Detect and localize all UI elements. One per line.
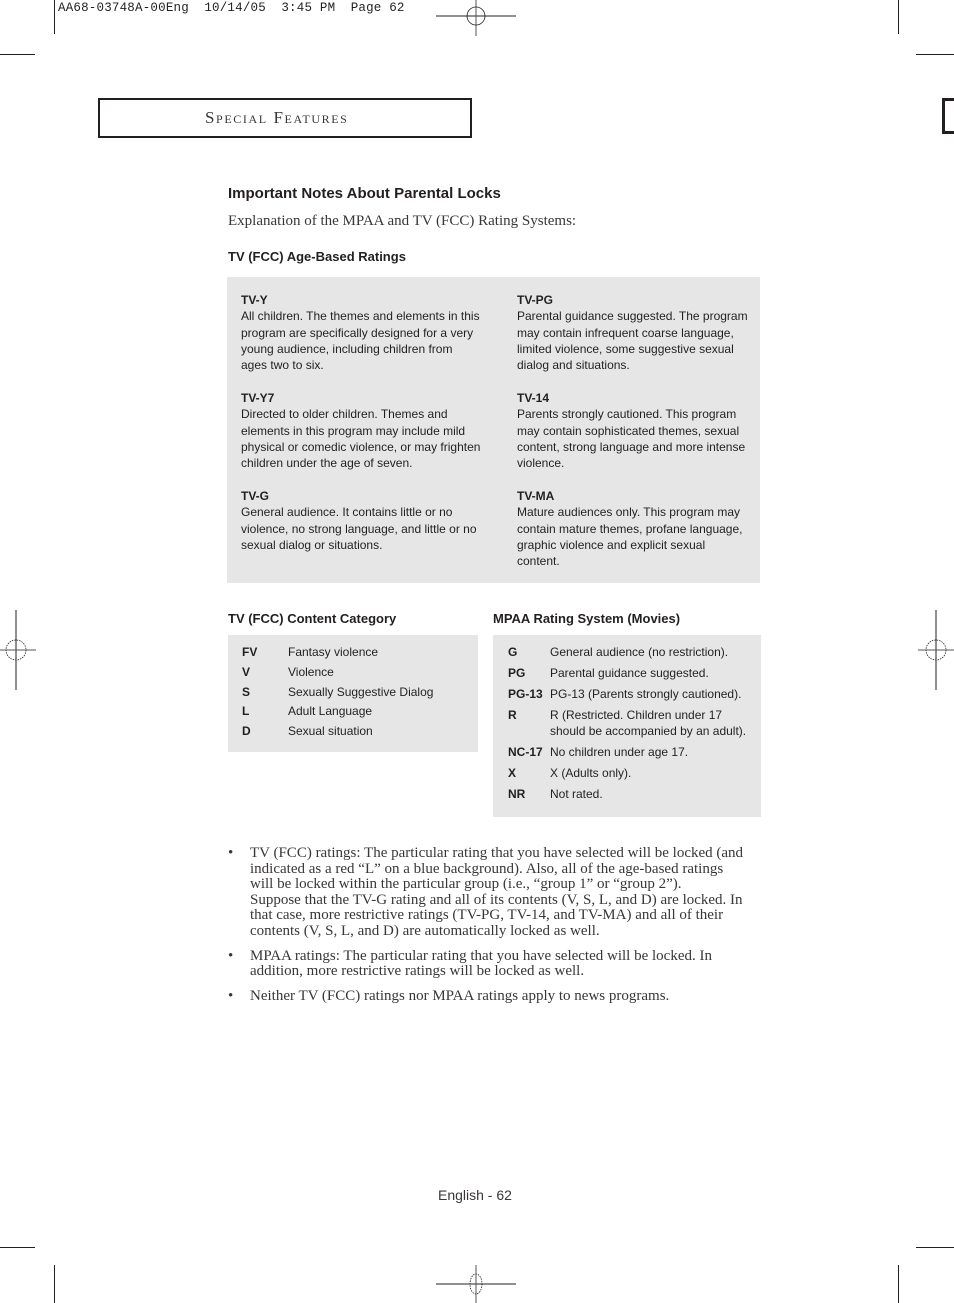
category-code: S — [242, 684, 251, 699]
rating-code: TV-G — [241, 489, 270, 503]
section-header-box: Special Features — [98, 98, 472, 138]
category-description: Adult Language — [288, 704, 373, 719]
crop-mark-top-right-horizontal — [916, 54, 954, 55]
mpaa-code: PG — [508, 666, 526, 680]
slug-date: 10/14/05 — [204, 1, 266, 15]
table-row: R R (Restricted. Children under 17 should… — [508, 707, 748, 744]
rating-tv-ma: TV-MA Mature audiences only. This progra… — [517, 488, 749, 569]
note-paragraph: MPAA ratings: The particular rating that… — [250, 947, 712, 980]
crop-mark-bottom-right-horizontal — [916, 1247, 954, 1248]
rating-description: Directed to older children. Themes and e… — [241, 407, 481, 471]
rating-code: TV-Y — [241, 293, 268, 307]
mpaa-description: No children under age 17. — [550, 745, 689, 759]
intro-text: Explanation of the MPAA and TV (FCC) Rat… — [228, 213, 577, 229]
mpaa-heading: MPAA Rating System (Movies) — [493, 611, 681, 626]
note-paragraph: Suppose that the TV-G rating and all of … — [250, 891, 743, 939]
age-ratings-panel: TV-Y All children. The themes and elemen… — [227, 277, 760, 583]
list-item: • TV (FCC) ratings: The particular ratin… — [228, 845, 748, 940]
rating-code: TV-PG — [517, 293, 554, 307]
page-number: English - 62 — [438, 1187, 512, 1203]
crop-mark-top-left-horizontal — [0, 54, 35, 55]
content-category-panel: FV Fantasy violence V Violence S Sexually S… — [228, 635, 478, 752]
crop-mark-bottom-right-vertical — [898, 1265, 899, 1303]
category-description: Fantasy violence — [288, 645, 379, 659]
table-row: PG Parental guidance suggested. — [508, 665, 748, 686]
mpaa-description: Not rated. — [550, 787, 603, 801]
content-category-table: FV Fantasy violence V Violence S Sexually S… — [242, 644, 433, 743]
page-title: Important Notes About Parental Locks — [228, 185, 501, 202]
crop-mark-top-left-vertical — [54, 0, 55, 34]
mpaa-code: NC-17 — [508, 745, 543, 759]
table-row: S Sexually Suggestive Dialog — [242, 684, 433, 704]
rating-description: Parental guidance suggested. The program… — [517, 309, 748, 373]
table-row: NC-17 No children under age 17. — [508, 744, 748, 765]
table-row: G General audience (no restriction). — [508, 644, 748, 665]
mpaa-code: X — [508, 766, 517, 780]
table-row: V Violence — [242, 664, 433, 684]
category-code: FV — [242, 645, 258, 659]
mpaa-code: NR — [508, 787, 526, 801]
table-row: PG-13 PG-13 (Parents strongly cautioned). — [508, 686, 748, 707]
mpaa-description: X (Adults only). — [550, 766, 632, 780]
rating-code: TV-14 — [517, 391, 550, 405]
table-row: FV Fantasy violence — [242, 644, 433, 664]
rating-description: Mature audiences only. This program may … — [517, 505, 743, 569]
category-code: L — [242, 704, 250, 719]
crop-mark-top-right-vertical — [898, 0, 899, 34]
bullet-icon: • — [228, 845, 234, 861]
mpaa-description: General audience (no restriction). — [550, 645, 729, 659]
table-row: L Adult Language — [242, 703, 433, 723]
crop-mark-bottom-left-vertical — [54, 1265, 55, 1303]
mpaa-description: Parental guidance suggested. — [550, 666, 709, 680]
mpaa-table: G General audience (no restriction). PG Pa… — [508, 644, 748, 807]
mpaa-description: PG-13 (Parents strongly cautioned). — [550, 687, 742, 701]
list-item: • Neither TV (FCC) ratings nor MPAA rati… — [228, 987, 748, 1005]
mpaa-panel: G General audience (no restriction). PG Pa… — [493, 635, 761, 817]
rating-description: All children. The themes and elements in… — [241, 309, 480, 373]
notes-list: • TV (FCC) ratings: The particular ratin… — [228, 845, 748, 1013]
registration-mark-right — [918, 610, 954, 690]
rating-code: TV-MA — [517, 489, 555, 503]
age-ratings-heading: TV (FCC) Age-Based Ratings — [228, 249, 406, 264]
section-edge-tab — [942, 98, 954, 134]
rating-code: TV-Y7 — [241, 391, 275, 405]
slug-job-id: AA68-03748A-00Eng — [58, 1, 189, 15]
rating-tv-y: TV-Y All children. The themes and elemen… — [241, 292, 481, 373]
category-description: Violence — [288, 664, 334, 679]
slug-time: 3:45 PM — [281, 1, 336, 15]
rating-description: Parents strongly cautioned. This program… — [517, 407, 746, 471]
rating-description: General audience. It contains little or … — [241, 505, 477, 552]
note-paragraph: Neither TV (FCC) ratings nor MPAA rating… — [250, 987, 670, 1004]
registration-mark-bottom — [436, 1265, 516, 1303]
table-row: D Sexual situation — [242, 723, 433, 743]
table-row: X X (Adults only). — [508, 765, 748, 786]
category-description: Sexually Suggestive Dialog — [288, 684, 434, 699]
registration-mark-top — [436, 0, 516, 36]
category-description: Sexual situation — [288, 724, 373, 739]
list-item: • MPAA ratings: The particular rating th… — [228, 947, 748, 980]
rating-tv-g: TV-G General audience. It contains littl… — [241, 488, 481, 553]
mpaa-code: PG-13 — [508, 687, 543, 701]
content-category-heading: TV (FCC) Content Category — [228, 611, 397, 626]
note-paragraph: TV (FCC) ratings: The particular rating … — [250, 845, 744, 893]
rating-tv-y7: TV-Y7 Directed to older children. Themes… — [241, 390, 481, 471]
mpaa-description: R (Restricted. Children under 17 should … — [550, 708, 747, 738]
section-title: Special Features — [205, 108, 349, 127]
mpaa-code: R — [508, 708, 517, 722]
print-slug: AA68-03748A-00Eng 10/14/05 3:45 PM Page … — [58, 1, 405, 15]
crop-mark-bottom-left-horizontal — [0, 1247, 35, 1248]
rating-tv-pg: TV-PG Parental guidance suggested. The p… — [517, 292, 749, 373]
bullet-icon: • — [228, 947, 234, 964]
mpaa-code: G — [508, 645, 518, 659]
registration-mark-left — [0, 610, 36, 690]
category-code: D — [242, 724, 251, 739]
rating-tv-14: TV-14 Parents strongly cautioned. This p… — [517, 390, 749, 471]
category-code: V — [242, 664, 251, 679]
table-row: NR Not rated. — [508, 786, 748, 807]
slug-page: Page 62 — [350, 1, 405, 15]
bullet-icon: • — [228, 987, 234, 1004]
